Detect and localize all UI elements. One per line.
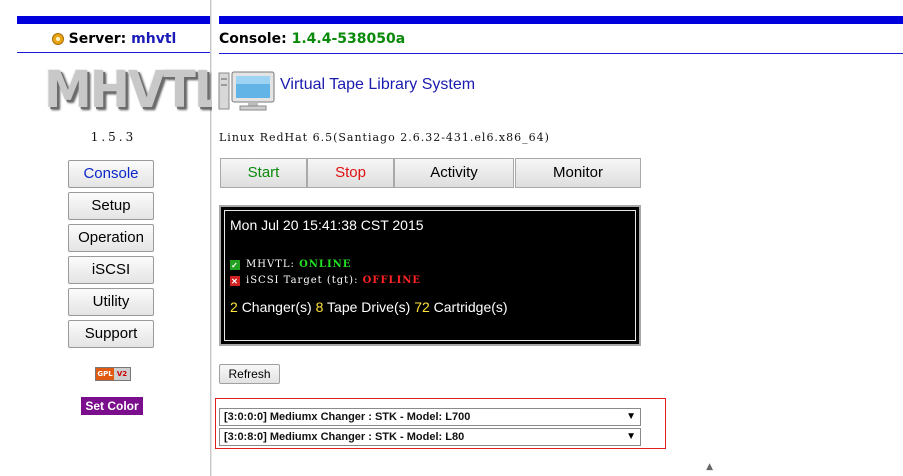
gpl-v2-badge[interactable]: GPL V2 — [95, 367, 131, 381]
left-panel: Server: mhvtl MHVTL 1.5.3 Console Setup … — [0, 0, 224, 476]
server-info: Server: mhvtl — [17, 28, 210, 50]
nav-console-button[interactable]: Console — [68, 160, 154, 188]
changer-select-value: [3:0:0:0] Mediumx Changer : STK - Model:… — [224, 411, 471, 423]
status-datetime: Mon Jul 20 15:41:38 CST 2015 — [230, 217, 424, 233]
server-label: Server: — [68, 31, 127, 47]
monitor-button[interactable]: Monitor — [515, 158, 641, 188]
service-iscsi: ✕ iSCSI Target (tgt): OFFLINE — [230, 275, 421, 286]
service-state-online: ONLINE — [299, 259, 352, 270]
status-panel: Mon Jul 20 15:41:38 CST 2015 ✓ MHVTL: ONL… — [219, 205, 641, 346]
mhvtl-logo: MHVTL — [44, 60, 224, 120]
main-top-bar — [219, 16, 903, 24]
app-window: Server: mhvtl MHVTL 1.5.3 Console Setup … — [0, 0, 903, 476]
refresh-button[interactable]: Refresh — [219, 364, 280, 384]
drive-count: 8 — [315, 299, 324, 315]
stop-button[interactable]: Stop — [307, 158, 394, 188]
changer-select-2[interactable]: [3:0:8:0] Mediumx Changer : STK - Model:… — [219, 428, 641, 446]
cross-icon: ✕ — [230, 276, 240, 286]
service-mhvtl: ✓ MHVTL: ONLINE — [230, 259, 351, 270]
changer-count: 2 — [230, 299, 238, 315]
changer-select-value: [3:0:8:0] Mediumx Changer : STK - Model:… — [224, 431, 465, 443]
inventory-counts: 2 Changer(s) 8 Tape Drive(s) 72 Cartridg… — [230, 299, 508, 315]
activity-button[interactable]: Activity — [394, 158, 514, 188]
scroll-up-icon[interactable]: ▲ — [706, 462, 713, 472]
console-version: 1.4.4-538050a — [291, 31, 406, 47]
check-icon: ✓ — [230, 260, 240, 270]
console-info: Console: 1.4.4-538050a — [219, 28, 405, 50]
page-title: Virtual Tape Library System — [280, 76, 476, 93]
changer-label: Changer(s) — [241, 299, 312, 315]
changer-select-1[interactable]: [3:0:0:0] Mediumx Changer : STK - Model:… — [219, 408, 641, 426]
cartridge-label: Cartridge(s) — [433, 299, 508, 315]
gpl-badge-left: GPL — [96, 368, 114, 380]
status-inner: Mon Jul 20 15:41:38 CST 2015 ✓ MHVTL: ONL… — [224, 210, 636, 341]
gear-icon — [51, 33, 64, 45]
drive-label: Tape Drive(s) — [327, 299, 411, 315]
version-label: 1.5.3 — [90, 130, 137, 144]
left-top-bar — [17, 16, 210, 24]
start-button[interactable]: Start — [220, 158, 307, 188]
main-panel: Console: 1.4.4-538050a Virtual Tape Libr… — [212, 0, 903, 476]
dropdown-arrow-icon: ▼ — [626, 411, 636, 422]
service-state-offline: OFFLINE — [362, 275, 422, 286]
divider — [17, 52, 210, 53]
divider — [219, 53, 903, 54]
nav-setup-button[interactable]: Setup — [68, 192, 154, 220]
nav-utility-button[interactable]: Utility — [68, 288, 154, 316]
console-label: Console: — [219, 31, 287, 47]
cartridge-count: 72 — [414, 299, 430, 315]
os-info: Linux RedHat 6.5(Santiago 2.6.32-431.el6… — [219, 131, 550, 144]
service-name: MHVTL: — [246, 259, 295, 270]
computer-monitor-icon — [218, 71, 275, 111]
set-color-button[interactable]: Set Color — [81, 397, 143, 415]
server-name: mhvtl — [131, 31, 177, 47]
nav-support-button[interactable]: Support — [68, 320, 154, 348]
service-name: iSCSI Target (tgt): — [246, 275, 359, 286]
nav-operation-button[interactable]: Operation — [68, 224, 154, 252]
dropdown-arrow-icon: ▼ — [626, 431, 636, 442]
gpl-badge-right: V2 — [114, 368, 130, 380]
nav-iscsi-button[interactable]: iSCSI — [68, 256, 154, 284]
